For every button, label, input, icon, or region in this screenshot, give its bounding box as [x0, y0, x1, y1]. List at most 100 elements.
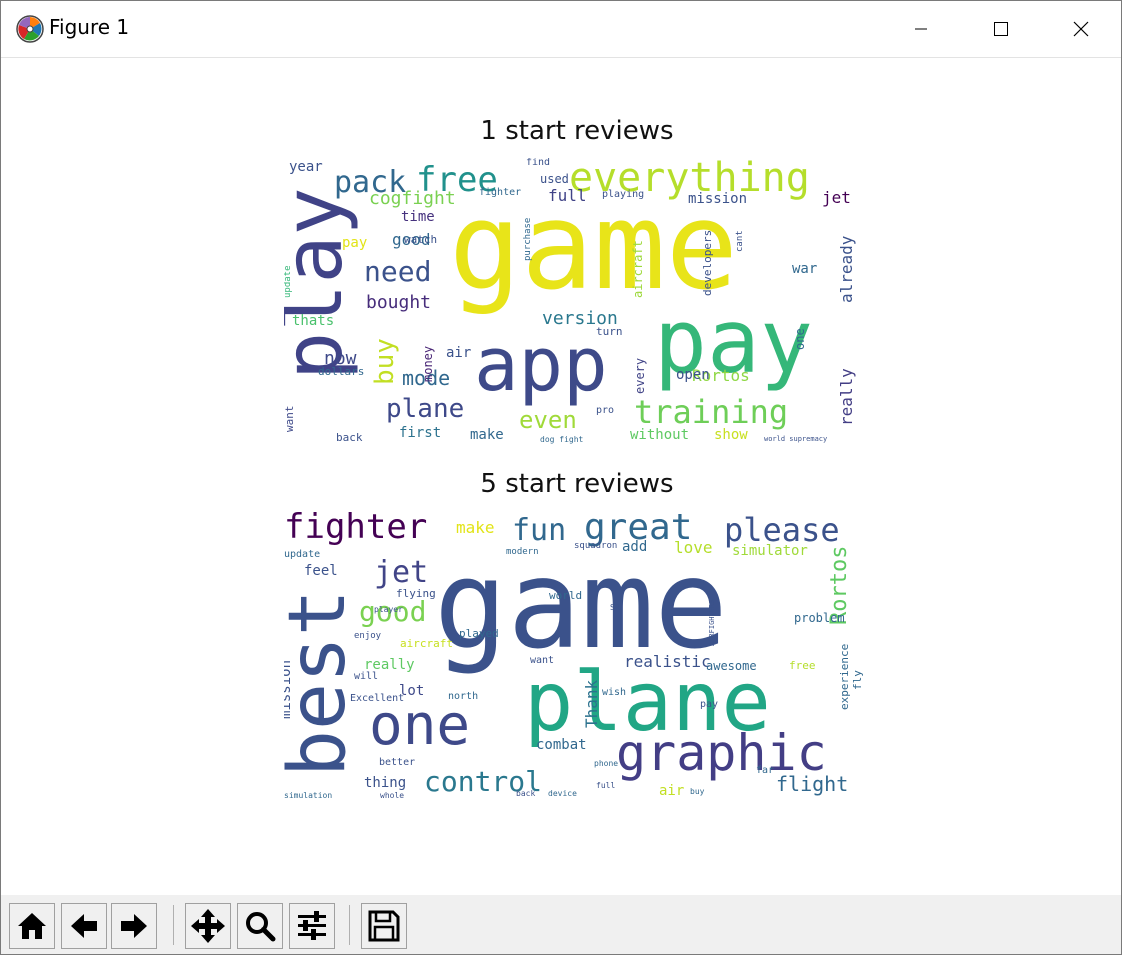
word-fighter: fighter	[479, 187, 522, 198]
word-simulator: simulator	[732, 543, 808, 559]
word-full: full	[548, 186, 587, 205]
word-better: better	[379, 757, 416, 768]
word-air: air	[659, 783, 685, 799]
word-turn: turn	[596, 325, 623, 338]
word-back: back	[336, 431, 363, 444]
title-bar[interactable]: Figure 1	[1, 1, 1121, 58]
word-problem: problem	[794, 611, 845, 625]
word-aircraft: aircraft	[400, 637, 453, 650]
configure-subplots-button[interactable]	[289, 903, 335, 949]
word-fun: fun	[512, 513, 567, 548]
maximize-icon	[994, 22, 1008, 36]
forward-button[interactable]	[111, 903, 157, 949]
word-update: update	[284, 549, 321, 560]
word-modern: modern	[506, 547, 539, 557]
word-graphic: graphic	[616, 724, 827, 782]
word-even: even	[519, 406, 577, 434]
word-cogfight: cogfight	[369, 188, 456, 209]
word-best: best	[284, 589, 363, 778]
word-whole: whole	[380, 791, 405, 800]
word-already: already	[837, 235, 856, 304]
word-bought: bought	[366, 292, 432, 313]
close-button[interactable]	[1041, 1, 1121, 57]
word-will: will	[354, 671, 379, 682]
word-every: every	[633, 357, 647, 394]
word-purchase: purchase	[523, 217, 533, 262]
word-awesome: awesome	[706, 659, 757, 673]
save-button[interactable]	[361, 903, 407, 949]
word-dollars: dollars	[318, 365, 365, 378]
word-sr: SR	[610, 603, 620, 612]
home-button[interactable]	[9, 903, 55, 949]
toolbar-separator	[349, 905, 350, 945]
word-player: player	[374, 605, 403, 614]
figure-canvas[interactable]: 1 start reviews game play pay app everything…	[1, 58, 1121, 895]
wordcloud-1-star[interactable]: game play pay app everything free pack training…	[284, 158, 864, 448]
word-used: used	[540, 172, 569, 186]
word-please: please	[724, 511, 840, 549]
panel-title-1: 1 start reviews	[480, 116, 674, 146]
word-mission: mission	[284, 659, 294, 719]
word-cant: cant	[735, 229, 745, 252]
back-button[interactable]	[61, 903, 107, 949]
word-experience: experience	[838, 643, 851, 710]
figure-window: Figure 1 1 start reviews game play pay app e…	[0, 0, 1122, 955]
word-played: played	[459, 627, 499, 640]
word-jet: jet	[374, 555, 429, 590]
word-really: really	[364, 657, 415, 673]
word-love: love	[674, 538, 713, 557]
word-need: need	[364, 255, 432, 288]
word-want: want	[530, 655, 555, 666]
sliders-icon	[298, 911, 326, 940]
word-back: back	[516, 789, 536, 798]
word-pay: pay	[342, 235, 368, 251]
word-airfighters: AIRFIGHTERS	[708, 599, 716, 647]
word-phone: phone	[594, 759, 619, 768]
word-world-supremacy: world supremacy	[764, 435, 828, 443]
word-far: far	[756, 765, 775, 776]
word-year: year	[289, 159, 323, 175]
word-thank: Thank	[582, 679, 601, 728]
word-developers: developers	[701, 229, 714, 296]
arrow-left-icon	[71, 914, 97, 938]
word-make: make	[470, 427, 504, 443]
word-realistic: realistic	[624, 652, 711, 671]
word-excellent: Excellent	[350, 693, 405, 704]
panel-title-5: 5 start reviews	[480, 469, 674, 499]
magnifier-icon	[246, 912, 276, 942]
word-money: money	[421, 345, 435, 382]
word-device: device	[548, 789, 577, 798]
word-fighter: fighter	[284, 510, 428, 547]
word-update: update	[284, 265, 293, 299]
word-enjoy: enjoy	[354, 631, 382, 641]
word-combat: combat	[536, 737, 587, 753]
word-simulation: simulation	[284, 791, 333, 800]
zoom-button[interactable]	[237, 903, 283, 949]
word-war: war	[792, 261, 818, 277]
word-air: air	[446, 345, 472, 361]
word-mission: mission	[688, 191, 748, 207]
word-playing: playing	[602, 189, 645, 200]
window-title: Figure 1	[49, 15, 130, 39]
close-icon	[1073, 21, 1089, 37]
word-feel: feel	[304, 563, 338, 579]
matplotlib-logo-icon	[16, 15, 44, 43]
word-open: open	[676, 367, 710, 383]
pan-button[interactable]	[185, 903, 231, 949]
word-flying: flying	[396, 587, 436, 600]
arrow-right-icon	[121, 914, 147, 938]
word-really: really	[837, 367, 856, 426]
word-one: one	[793, 327, 807, 350]
toolbar-separator	[173, 905, 174, 945]
word-wish: wish	[602, 687, 627, 698]
word-buy: buy	[690, 787, 705, 796]
word-game: game	[434, 534, 728, 676]
word-buy: buy	[370, 337, 400, 385]
word-make: make	[456, 518, 495, 537]
word-flight: flight	[776, 772, 849, 796]
maximize-button[interactable]	[961, 1, 1041, 57]
word-thats: thats	[292, 313, 335, 329]
minimize-button[interactable]	[881, 1, 961, 57]
word-squadron: squadron	[574, 541, 618, 551]
wordcloud-5-star[interactable]: game plane best one graphic great fighter pleas…	[284, 510, 864, 800]
